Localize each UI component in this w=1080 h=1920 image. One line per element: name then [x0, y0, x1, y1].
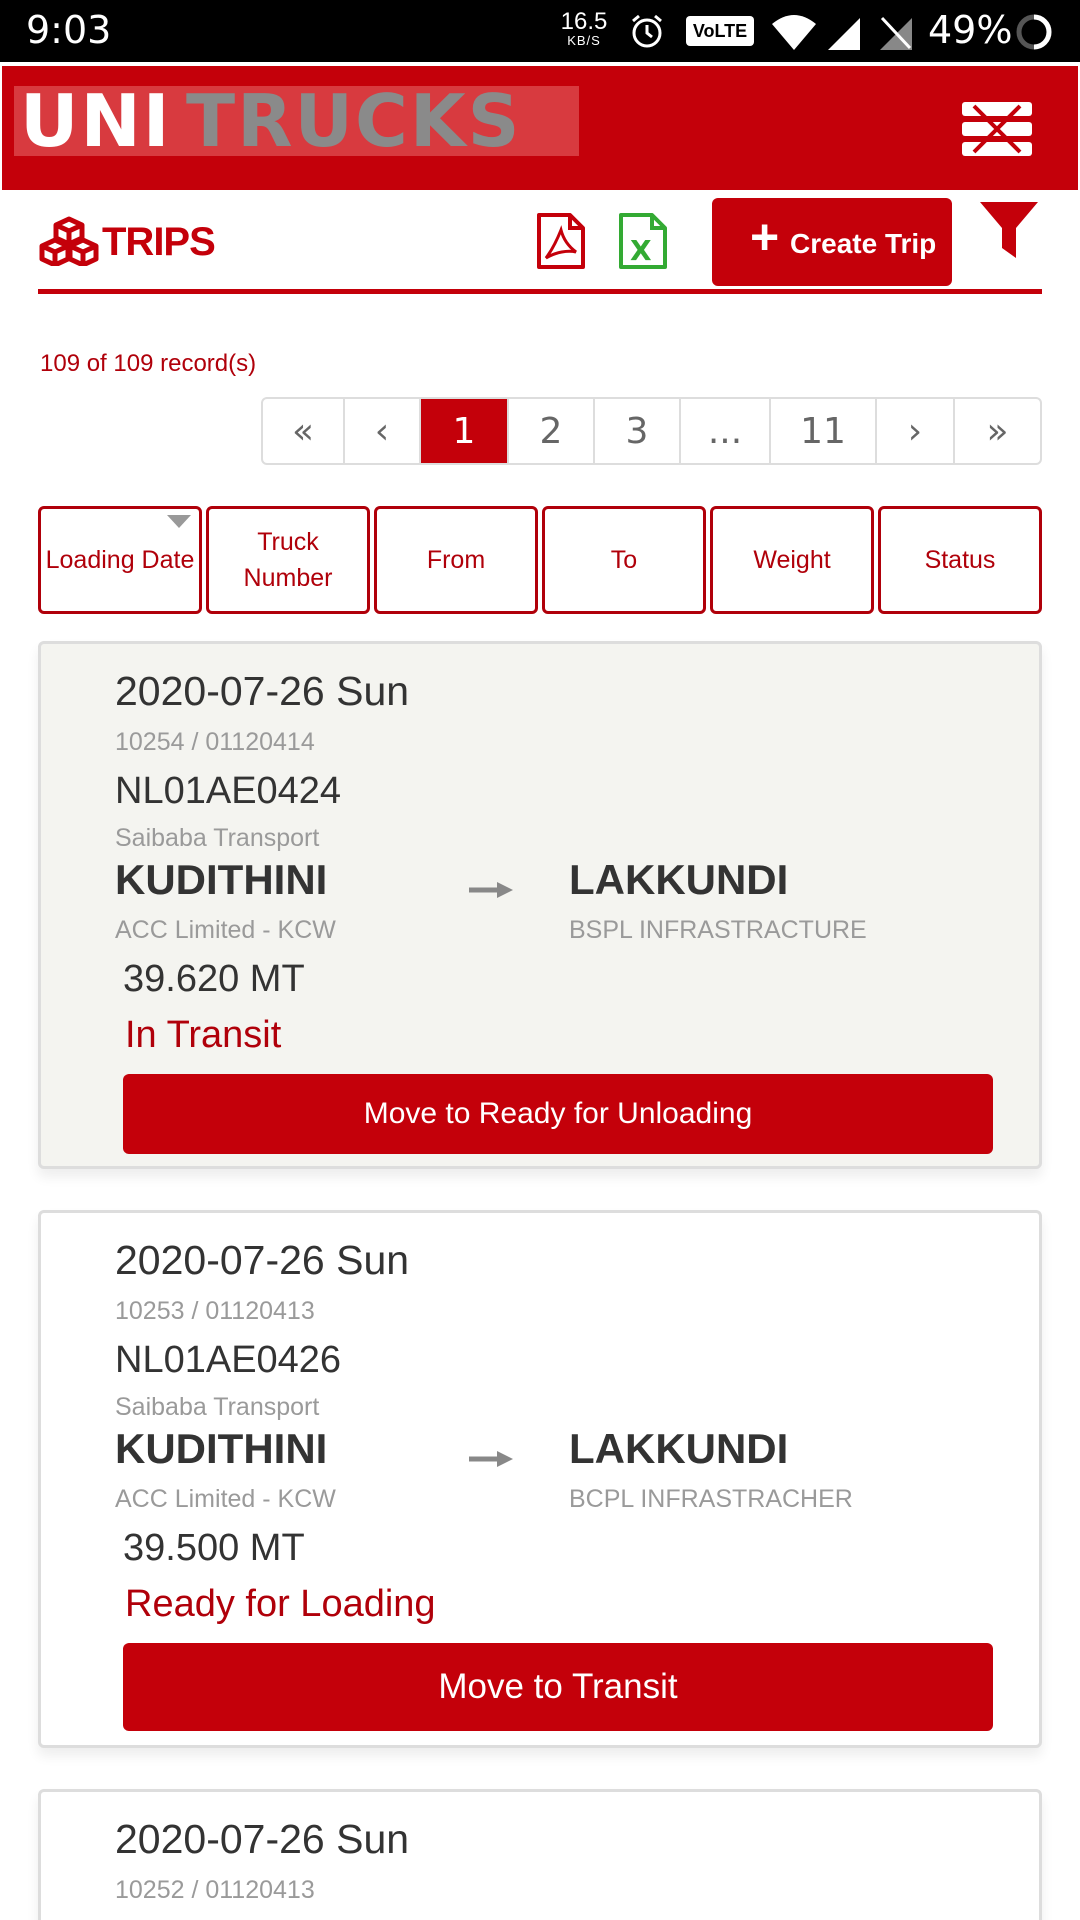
sort-status-label: Status [924, 545, 996, 574]
sort-from-label: From [426, 545, 486, 574]
svg-text:UNI: UNI [20, 86, 172, 156]
sort-caret-icon [167, 515, 191, 528]
transporter-name: Saibaba Transport [115, 1393, 320, 1421]
sort-to[interactable]: To [542, 506, 706, 614]
trip-card[interactable]: 2020-07-26 Sun 10254 / 01120414 NL01AE04… [38, 641, 1042, 1169]
status-bar: 9:03 16.5 KB/S VoLTE 49% [0, 0, 1080, 62]
sort-loading-date-label: Loading Date [45, 545, 195, 574]
menu-toggle-icon[interactable] [962, 100, 1032, 158]
page-next-button[interactable]: › [877, 399, 955, 463]
plus-icon: + [750, 209, 780, 265]
boxes-icon [39, 216, 99, 266]
move-to-ready-for-unloading-button[interactable]: Move to Ready for Unloading [123, 1074, 993, 1154]
network-speed-value: 16.5 [560, 8, 608, 35]
pdf-icon[interactable] [536, 212, 586, 270]
consignee-name: BCPL INFRASTRACHER [569, 1485, 853, 1513]
sort-to-label: To [610, 545, 638, 574]
network-speed: 16.5 KB/S [556, 8, 612, 48]
action-label: Move to Ready for Unloading [363, 1097, 753, 1130]
sort-from[interactable]: From [374, 506, 538, 614]
volte-label: VoLTE [692, 21, 748, 41]
trip-from: KUDITHINI [115, 856, 328, 903]
trip-card[interactable]: 2020-07-26 Sun 10252 / 01120413 [38, 1789, 1042, 1920]
svg-text:X: X [630, 234, 652, 267]
create-trip-button[interactable]: + Create Trip [712, 198, 952, 286]
trip-to: LAKKUNDI [569, 856, 789, 903]
trip-weight: 39.500 MT [123, 1527, 305, 1569]
unitrucks-logo[interactable]: UNI TRUCKS [14, 86, 579, 156]
trips-toolbar: TRIPS X + Create Trip [38, 198, 1042, 294]
consignor-name: ACC Limited - KCW [115, 916, 336, 944]
trip-status: Ready for Loading [125, 1583, 436, 1625]
status-time: 9:03 [26, 8, 112, 52]
page-prev-button[interactable]: ‹ [345, 399, 421, 463]
alarm-icon [632, 14, 662, 48]
trip-reference: 10254 / 01120414 [115, 728, 315, 756]
sort-weight-label: Weight [753, 545, 831, 574]
truck-number: NL01AE0424 [115, 770, 342, 812]
trip-to: LAKKUNDI [569, 1425, 789, 1472]
trip-from: KUDITHINI [115, 1425, 328, 1472]
battery-icon [1016, 14, 1052, 50]
battery-level: 49% [928, 8, 1013, 52]
trip-reference: 10253 / 01120413 [115, 1297, 315, 1325]
page-last-button[interactable]: » [955, 399, 1040, 463]
sort-weight[interactable]: Weight [710, 506, 874, 614]
move-to-transit-button[interactable]: Move to Transit [123, 1643, 993, 1731]
filter-icon[interactable] [978, 200, 1040, 262]
consignee-name: BSPL INFRASTRACTURE [569, 916, 867, 944]
page-first-button[interactable]: « [263, 399, 345, 463]
pagination: « ‹ 1 2 3 ... 11 › » [261, 397, 1042, 465]
trip-status: In Transit [125, 1014, 282, 1056]
trip-date: 2020-07-26 Sun [115, 1816, 410, 1862]
action-label: Move to Transit [438, 1667, 678, 1706]
trip-weight: 39.620 MT [123, 958, 305, 1000]
network-speed-unit: KB/S [567, 33, 601, 48]
trip-date: 2020-07-26 Sun [115, 668, 410, 714]
page-ellipsis: ... [681, 399, 771, 463]
sort-bar: Loading Date Truck Number From To Weight… [38, 506, 1042, 614]
page-3-button[interactable]: 3 [595, 399, 681, 463]
svg-text:TRUCKS: TRUCKS [186, 86, 522, 156]
consignor-name: ACC Limited - KCW [115, 1485, 336, 1513]
page-11-button[interactable]: 11 [771, 399, 877, 463]
sort-status[interactable]: Status [878, 506, 1042, 614]
wifi-icon [772, 15, 816, 50]
signal-icon [828, 18, 860, 50]
page-1-button[interactable]: 1 [421, 399, 509, 463]
transporter-name: Saibaba Transport [115, 824, 320, 852]
trip-card[interactable]: 2020-07-26 Sun 10253 / 01120413 NL01AE04… [38, 1210, 1042, 1748]
sort-loading-date[interactable]: Loading Date [38, 506, 202, 614]
records-count: 109 of 109 record(s) [40, 350, 257, 377]
trip-reference: 10252 / 01120413 [115, 1876, 315, 1904]
create-trip-label: Create Trip [790, 228, 937, 259]
volte-badge: VoLTE [686, 16, 754, 46]
arrow-right-icon [469, 1451, 513, 1467]
truck-number: NL01AE0426 [115, 1339, 342, 1381]
excel-icon[interactable]: X [618, 212, 668, 270]
trip-date: 2020-07-26 Sun [115, 1237, 410, 1283]
no-signal-icon [880, 16, 912, 50]
page-2-button[interactable]: 2 [509, 399, 595, 463]
sort-truck-number[interactable]: Truck Number [206, 506, 370, 614]
arrow-right-icon [469, 882, 513, 898]
sort-truck-number-label: Truck Number [243, 527, 333, 592]
page-title: TRIPS [102, 220, 216, 264]
